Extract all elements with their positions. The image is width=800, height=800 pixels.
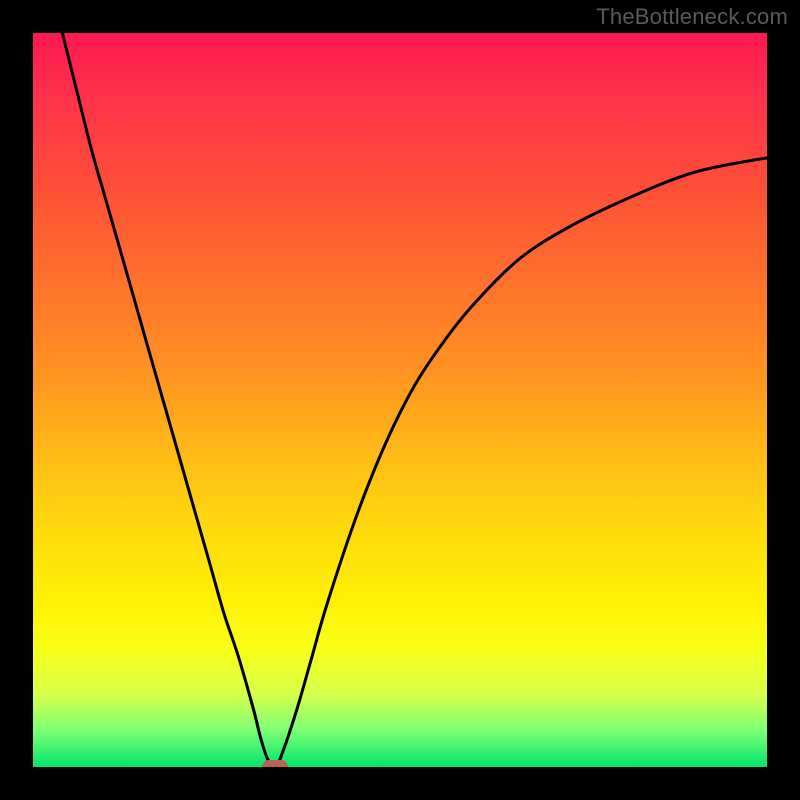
optimum-marker — [262, 760, 288, 767]
watermark-label: TheBottleneck.com — [596, 4, 788, 30]
mismatch-curve — [33, 33, 767, 767]
plot-area — [33, 33, 767, 767]
chart-frame: TheBottleneck.com — [0, 0, 800, 800]
